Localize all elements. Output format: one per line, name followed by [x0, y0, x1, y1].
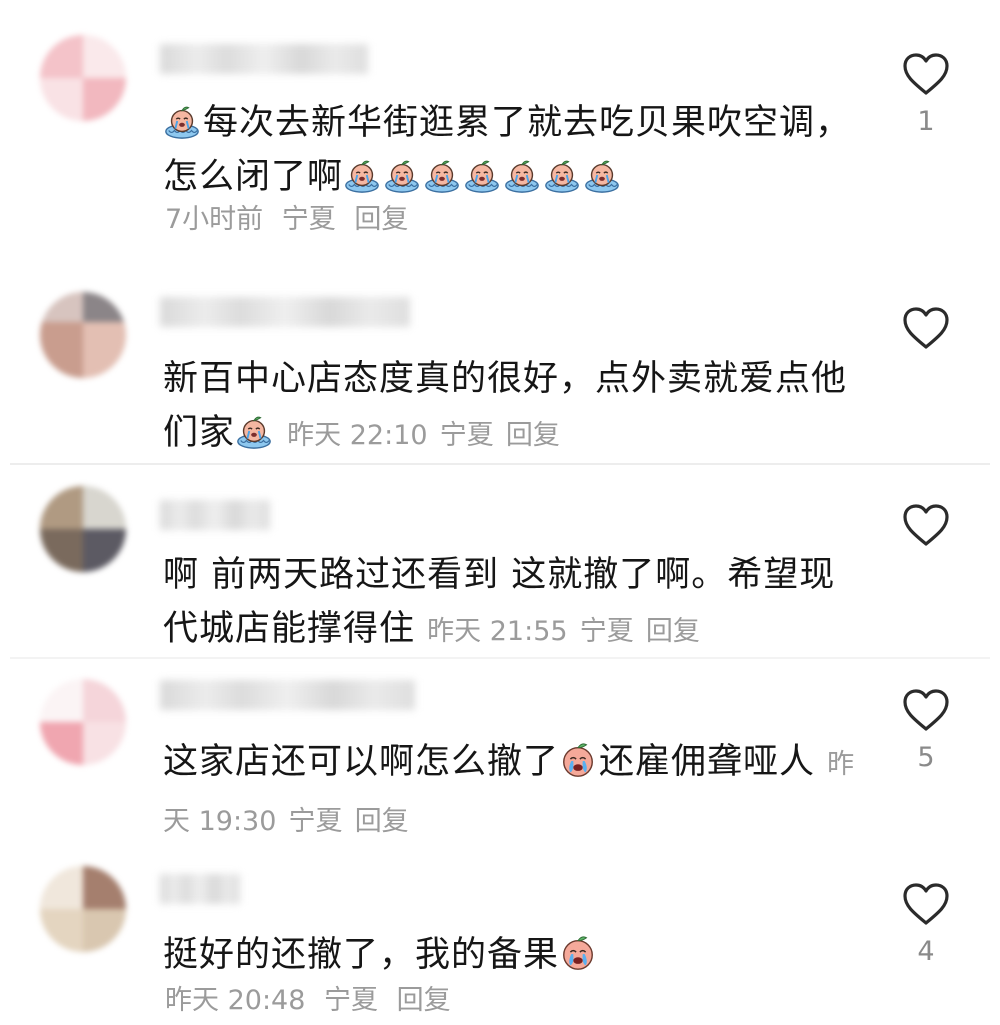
username[interactable] [160, 874, 240, 904]
avatar[interactable] [40, 35, 126, 121]
avatar[interactable] [40, 679, 126, 765]
crying-peach-emoji-icon [559, 741, 597, 779]
timestamp: 昨天 20:48 [165, 985, 306, 1016]
avatar[interactable] [40, 292, 126, 378]
comment-body: 这家店还可以啊怎么撤了 [163, 742, 560, 782]
comment-text: 新百中心店态度真的很好，点外卖就爱点他们家 昨天 22:10 宁夏 回复 [163, 352, 863, 463]
avatar[interactable] [40, 486, 126, 572]
avatar[interactable] [40, 866, 126, 952]
comment-text: 每次去新华街逛累了就去吃贝果吹空调，怎么闭了啊 [163, 96, 863, 204]
like-count: 5 [917, 742, 935, 773]
divider [10, 463, 990, 465]
crying-bagel-sticker-icon [463, 156, 501, 194]
reply-button[interactable]: 回复 [397, 985, 451, 1016]
comment-meta: 7小时前 宁夏 回复 [165, 200, 408, 240]
heart-icon [902, 882, 950, 926]
crying-bagel-sticker-icon [235, 412, 273, 450]
crying-bagel-sticker-icon [503, 156, 541, 194]
timestamp: 7小时前 [165, 204, 264, 235]
reply-button[interactable]: 回复 [646, 616, 700, 647]
like-button[interactable]: 4 [898, 882, 954, 967]
comment-body: 挺好的还撤了，我的备果 [163, 935, 560, 975]
comment-text: 啊 前两天路过还看到 这就撤了啊。希望现代城店能撑得住 昨天 21:55 宁夏 … [163, 548, 863, 659]
timestamp: 昨天 22:10 [287, 420, 428, 451]
crying-bagel-sticker-icon [343, 156, 381, 194]
username[interactable] [160, 297, 410, 327]
username[interactable] [160, 44, 368, 74]
heart-icon [902, 52, 950, 96]
crying-bagel-sticker-icon [543, 156, 581, 194]
comment-body-continued: 还雇佣聋哑人 [599, 742, 816, 782]
heart-icon [902, 688, 950, 732]
location: 宁夏 [281, 204, 336, 235]
timestamp: 昨天 21:55 [427, 616, 568, 647]
location: 宁夏 [439, 420, 494, 451]
heart-icon [902, 503, 950, 547]
like-button[interactable] [898, 306, 954, 360]
location: 宁夏 [579, 616, 634, 647]
like-button[interactable] [898, 503, 954, 557]
username[interactable] [160, 500, 270, 530]
crying-peach-emoji-icon [559, 934, 597, 972]
comment-text: 这家店还可以啊怎么撤了 还雇佣聋哑人 昨天 19:30 宁夏 回复 [163, 735, 863, 849]
reply-button[interactable]: 回复 [355, 806, 409, 837]
crying-bagel-sticker-icon [423, 156, 461, 194]
crying-bagel-sticker-icon [383, 156, 421, 194]
like-button[interactable]: 5 [898, 688, 954, 773]
divider [10, 657, 990, 659]
comment-text: 挺好的还撤了，我的备果 [163, 928, 863, 982]
reply-button[interactable]: 回复 [354, 204, 408, 235]
location: 宁夏 [288, 806, 343, 837]
like-count: 1 [917, 106, 935, 137]
heart-icon [902, 306, 950, 350]
comment-meta: 昨天 20:48 宁夏 回复 [165, 981, 451, 1021]
reply-button[interactable]: 回复 [506, 420, 560, 451]
like-button[interactable]: 1 [898, 52, 954, 137]
crying-bagel-sticker-icon [583, 156, 621, 194]
location: 宁夏 [324, 985, 378, 1016]
like-count: 4 [917, 936, 935, 967]
crying-bagel-sticker-icon [163, 102, 201, 140]
username[interactable] [160, 680, 415, 710]
